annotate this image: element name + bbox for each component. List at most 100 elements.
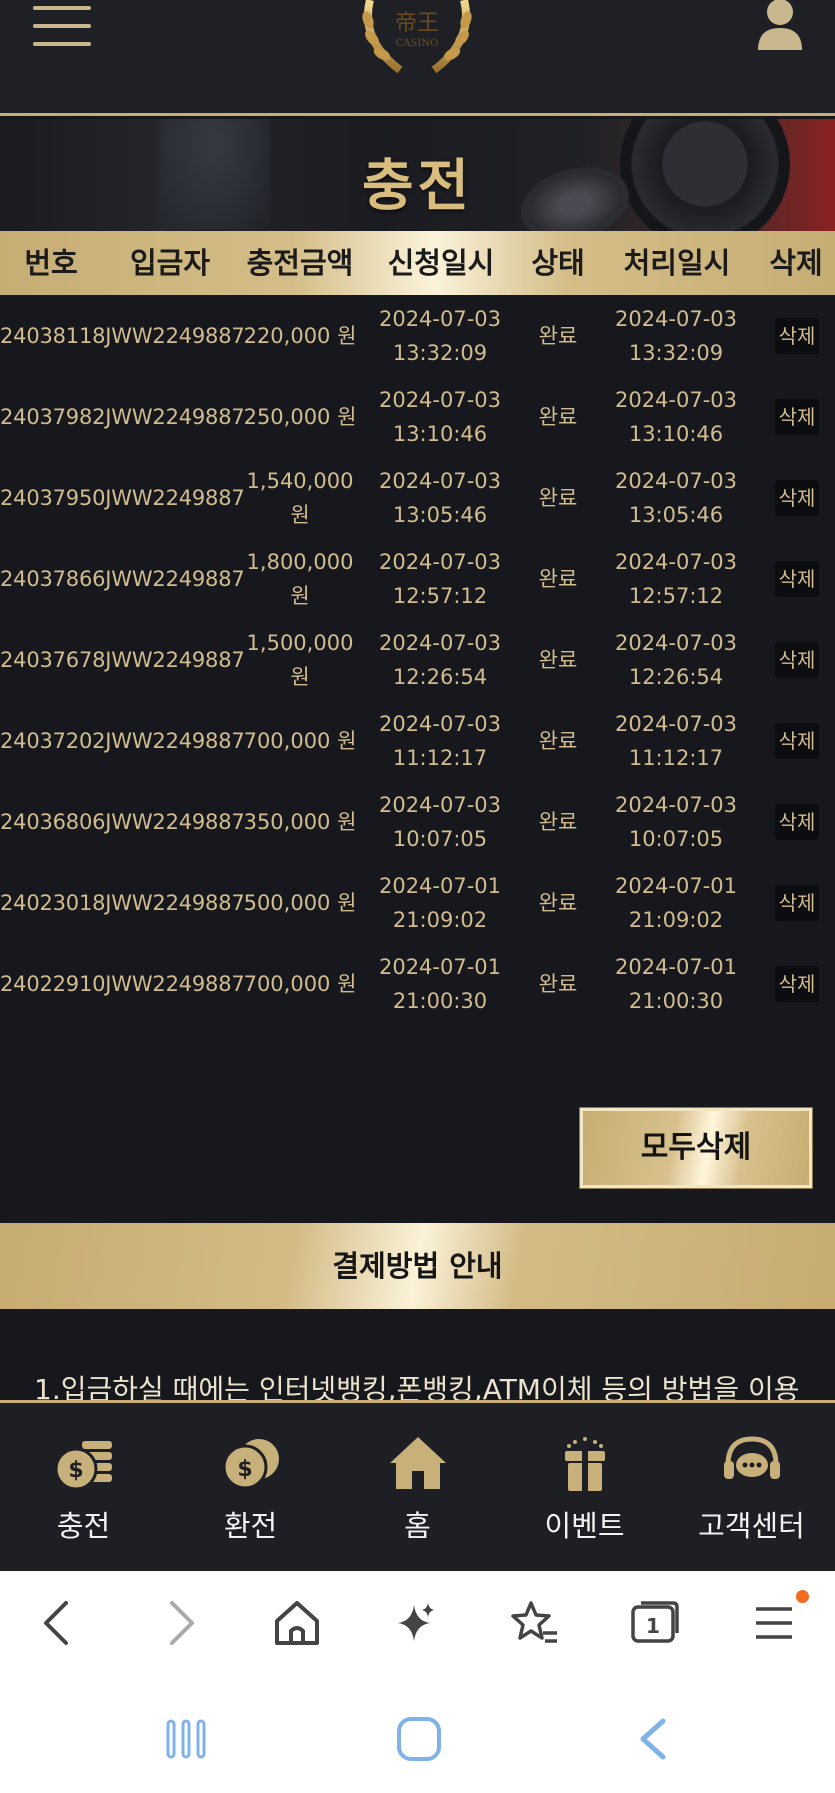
row-status: 완료 bbox=[538, 404, 578, 429]
row-amount: 1,540,000 원 bbox=[246, 468, 354, 527]
row-processed-date: 2024-07-01 21:09:02 bbox=[614, 873, 738, 932]
nav-customer-center[interactable]: 고객센터 bbox=[668, 1403, 835, 1571]
column-header-number: 번호 bbox=[24, 246, 78, 280]
row-delete-button[interactable]: 삭제 bbox=[775, 804, 819, 840]
row-delete-button[interactable]: 삭제 bbox=[775, 723, 819, 759]
row-id: 24022910JWW2249887 bbox=[0, 971, 245, 996]
row-status: 완료 bbox=[538, 485, 578, 510]
row-amount: 700,000 원 bbox=[243, 971, 357, 996]
row-id: 24023018JWW2249887 bbox=[0, 890, 245, 915]
notification-dot bbox=[796, 1590, 809, 1603]
table-row: 24023018JWW2249887 500,000 원 2024-07-01 … bbox=[0, 862, 835, 943]
row-delete-button[interactable]: 삭제 bbox=[775, 318, 819, 354]
svg-text:$: $ bbox=[68, 1458, 83, 1483]
hamburger-menu-button[interactable] bbox=[33, 6, 93, 46]
payment-guide-text: 1.입금하실 때에는 인터넷뱅킹,폰뱅킹,ATM이체 등의 방법을 이용 bbox=[34, 1373, 800, 1402]
tabs-icon[interactable]: 1 bbox=[625, 1593, 685, 1653]
delete-all-button[interactable]: 모두삭제 bbox=[580, 1108, 812, 1188]
table-row: 24038118JWW2249887 220,000 원 2024-07-03 … bbox=[0, 295, 835, 376]
row-status: 완료 bbox=[538, 323, 578, 348]
row-delete-button[interactable]: 삭제 bbox=[775, 966, 819, 1002]
row-status: 완료 bbox=[538, 728, 578, 753]
row-processed-date: 2024-07-03 12:26:54 bbox=[614, 630, 738, 689]
row-delete-button[interactable]: 삭제 bbox=[775, 399, 819, 435]
hamburger-line bbox=[33, 6, 91, 10]
row-processed-date: 2024-07-03 13:10:46 bbox=[614, 387, 738, 446]
row-delete-button[interactable]: 삭제 bbox=[775, 480, 819, 516]
nav-event-label: 이벤트 bbox=[544, 1509, 625, 1543]
row-status: 완료 bbox=[538, 647, 578, 672]
gift-icon bbox=[564, 1437, 605, 1491]
row-amount: 700,000 원 bbox=[243, 728, 357, 753]
svg-text:$: $ bbox=[237, 1457, 252, 1482]
nav-charge[interactable]: $ 충전 bbox=[0, 1403, 167, 1571]
row-amount: 350,000 원 bbox=[243, 809, 357, 834]
row-amount: 250,000 원 bbox=[243, 404, 357, 429]
home-icon bbox=[389, 1437, 446, 1489]
table-row: 24037982JWW2249887 250,000 원 2024-07-03 … bbox=[0, 376, 835, 457]
user-icon[interactable] bbox=[755, 0, 805, 50]
menu-icon[interactable] bbox=[744, 1593, 804, 1653]
svg-text:CASINO: CASINO bbox=[396, 38, 439, 49]
svg-text:1: 1 bbox=[646, 1614, 660, 1638]
row-request-date: 2024-07-03 13:10:46 bbox=[378, 387, 502, 446]
nav-home[interactable]: 홈 bbox=[334, 1403, 501, 1571]
row-status: 완료 bbox=[538, 809, 578, 834]
row-processed-date: 2024-07-03 11:12:17 bbox=[614, 711, 738, 770]
row-processed-date: 2024-07-03 12:57:12 bbox=[614, 549, 738, 608]
svg-text:帝王: 帝王 bbox=[395, 11, 439, 36]
row-amount: 1,800,000 원 bbox=[246, 549, 354, 608]
row-request-date: 2024-07-03 12:26:54 bbox=[378, 630, 502, 689]
row-id: 24037678JWW2249887 bbox=[0, 647, 245, 672]
headset-icon bbox=[723, 1436, 780, 1479]
row-processed-date: 2024-07-03 13:32:09 bbox=[614, 306, 738, 365]
row-id: 24037866JWW2249887 bbox=[0, 566, 245, 591]
nav-event[interactable]: 이벤트 bbox=[501, 1403, 668, 1571]
table-row: 24037950JWW2249887 1,540,000 원 2024-07-0… bbox=[0, 457, 835, 538]
row-request-date: 2024-07-03 13:05:46 bbox=[378, 468, 502, 527]
row-id: 24037950JWW2249887 bbox=[0, 485, 245, 510]
home-icon[interactable] bbox=[391, 1713, 447, 1765]
row-amount: 220,000 원 bbox=[243, 323, 357, 348]
row-id: 24038118JWW2249887 bbox=[0, 323, 245, 348]
row-delete-button[interactable]: 삭제 bbox=[775, 885, 819, 921]
column-header-depositor: 입금자 bbox=[129, 246, 211, 280]
row-status: 완료 bbox=[538, 890, 578, 915]
row-delete-button[interactable]: 삭제 bbox=[775, 642, 819, 678]
casino-logo[interactable]: 帝王 CASINO bbox=[350, 0, 484, 78]
table-row: 24037866JWW2249887 1,800,000 원 2024-07-0… bbox=[0, 538, 835, 619]
payment-guide-header: 결제방법 안내 bbox=[0, 1223, 835, 1309]
sparkle-icon[interactable] bbox=[386, 1593, 446, 1653]
row-delete-button[interactable]: 삭제 bbox=[775, 561, 819, 597]
row-id: 24037202JWW2249887 bbox=[0, 728, 245, 753]
row-amount: 500,000 원 bbox=[243, 890, 357, 915]
row-processed-date: 2024-07-01 21:00:30 bbox=[614, 954, 738, 1013]
back-icon[interactable] bbox=[28, 1593, 88, 1653]
column-header-status: 상태 bbox=[531, 246, 585, 280]
column-header-amount: 충전금액 bbox=[246, 246, 354, 280]
row-request-date: 2024-07-03 10:07:05 bbox=[378, 792, 502, 851]
nav-exchange-label: 환전 bbox=[223, 1509, 278, 1543]
hamburger-line bbox=[33, 42, 91, 46]
row-request-date: 2024-07-03 13:32:09 bbox=[378, 306, 502, 365]
column-header-delete: 삭제 bbox=[769, 246, 823, 280]
row-status: 완료 bbox=[538, 971, 578, 996]
page-banner: 충전 bbox=[0, 119, 835, 231]
bottom-navigation: $ 충전 $ 환전 홈 이벤트 고객센터 bbox=[0, 1400, 835, 1571]
back-icon[interactable] bbox=[625, 1713, 681, 1765]
column-header-processed-date: 처리일시 bbox=[623, 246, 731, 280]
nav-charge-label: 충전 bbox=[56, 1509, 111, 1543]
table-row: 24037202JWW2249887 700,000 원 2024-07-03 … bbox=[0, 700, 835, 781]
forward-icon[interactable] bbox=[150, 1593, 210, 1653]
table-row: 24037678JWW2249887 1,500,000 원 2024-07-0… bbox=[0, 619, 835, 700]
page-title: 충전 bbox=[361, 154, 474, 219]
hamburger-line bbox=[33, 24, 91, 28]
nav-exchange[interactable]: $ 환전 bbox=[167, 1403, 334, 1571]
home-icon[interactable] bbox=[267, 1593, 327, 1653]
bookmarks-icon[interactable] bbox=[505, 1593, 565, 1653]
row-processed-date: 2024-07-03 10:07:05 bbox=[614, 792, 738, 851]
row-request-date: 2024-07-01 21:09:02 bbox=[378, 873, 502, 932]
table-row: 24022910JWW2249887 700,000 원 2024-07-01 … bbox=[0, 943, 835, 1024]
coins-stack-icon: $ bbox=[54, 1441, 112, 1491]
recents-icon[interactable] bbox=[158, 1713, 214, 1765]
